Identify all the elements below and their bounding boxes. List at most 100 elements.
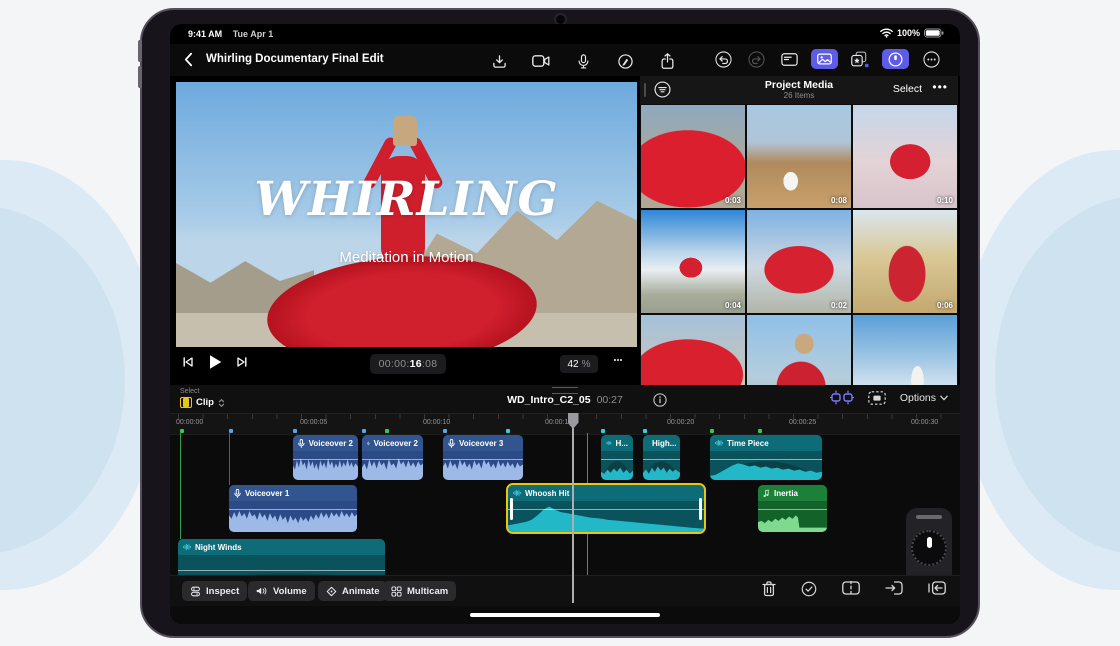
multicam-button[interactable]: Multicam [383, 581, 456, 601]
append-clip-button[interactable] [928, 581, 946, 597]
timeline-ruler[interactable]: 00:00:00 00:00:05 00:00:10 00:00:15 00:0… [170, 413, 960, 435]
media-thumbnail[interactable] [747, 315, 851, 385]
chevron-down-icon [940, 395, 948, 401]
ruler-label: 00:00:05 [300, 419, 327, 426]
clip-label: Inertia [774, 489, 798, 498]
clip-duration-badge: 0:10 [937, 196, 953, 205]
titles-captions-button[interactable] [778, 49, 800, 69]
timeline-clip[interactable]: Night Winds [178, 539, 385, 575]
timeline-clips-area[interactable]: Voiceover 2 Voiceover 2 Voiceover 3 H... [170, 433, 960, 575]
timeline-clip[interactable]: Time Piece [710, 435, 822, 480]
inspect-button[interactable]: Inspect [182, 581, 247, 601]
volume-up-button[interactable] [138, 40, 142, 62]
soundwave-icon [715, 439, 723, 447]
clip-label: Time Piece [727, 439, 769, 448]
trim-handle-right[interactable] [699, 498, 702, 520]
timeline-clip[interactable]: Voiceover 1 [229, 485, 357, 532]
viewer-zoom-control[interactable]: 42% [560, 355, 598, 373]
timeline-clip[interactable]: Voiceover 3 [443, 435, 523, 480]
timeline-clip[interactable]: Inertia [758, 485, 827, 532]
clip-duration-badge: 0:04 [725, 301, 741, 310]
video-viewer[interactable]: WHIRLING Meditation in Motion [176, 82, 637, 347]
jog-wheel[interactable] [906, 508, 952, 575]
overlay-view-icon[interactable] [868, 391, 886, 405]
insert-clip-button[interactable] [885, 581, 903, 597]
soundwave-icon [183, 543, 191, 551]
more-menu-button[interactable] [920, 49, 942, 69]
timeline-clip[interactable]: High... [643, 435, 680, 480]
mic-icon [448, 439, 455, 448]
volume-down-button[interactable] [138, 66, 142, 88]
title-overlay: WHIRLING [176, 172, 637, 227]
clip-duration-badge: 0:02 [831, 301, 847, 310]
effects-button[interactable] [849, 49, 871, 69]
share-button[interactable] [656, 51, 678, 71]
media-thumbnail[interactable]: 0:06 [853, 210, 957, 313]
battery-percent: 100% [897, 28, 920, 38]
media-thumbnail[interactable]: 0:04 [641, 210, 745, 313]
front-camera [556, 15, 565, 24]
ruler-label: 00:00:20 [667, 419, 694, 426]
media-thumbnail[interactable] [853, 315, 957, 385]
edit-toolbar: Inspect Volume Animate Multicam [170, 575, 960, 606]
volume-button[interactable]: Volume [248, 581, 315, 601]
animate-button[interactable]: Animate [318, 581, 387, 601]
undo-button[interactable] [712, 49, 734, 69]
media-more-button[interactable]: ••• [932, 80, 948, 94]
jog-dial[interactable] [911, 530, 947, 566]
ruler-label: 00:00:30 [911, 419, 938, 426]
viewer-more-button[interactable] [610, 352, 626, 368]
status-time: 9:41 AM [188, 29, 222, 39]
battery-icon [924, 28, 944, 38]
jog-wheel-toggle-button[interactable] [882, 49, 909, 69]
media-thumbnail[interactable] [641, 315, 745, 385]
back-button[interactable] [184, 52, 193, 67]
options-button[interactable]: Options [900, 392, 948, 404]
trim-handle-left[interactable] [510, 498, 513, 520]
delete-clip-button[interactable] [762, 581, 776, 597]
timeline-clip[interactable]: H... [601, 435, 633, 480]
mic-icon [298, 439, 305, 448]
ruler-label: 00:00:00 [176, 419, 203, 426]
clip-duration-badge: 0:06 [937, 301, 953, 310]
record-video-button[interactable] [530, 51, 552, 71]
media-select-button[interactable]: Select [893, 83, 922, 95]
playhead[interactable] [572, 413, 574, 603]
wifi-icon [880, 28, 893, 38]
project-media-panel: Project Media 26 Items Select ••• 0:03 0… [640, 76, 958, 385]
clip-info-button[interactable] [653, 393, 667, 407]
approve-clip-button[interactable] [801, 581, 817, 597]
media-thumbnail[interactable]: 0:03 [641, 105, 745, 208]
dancer-hat [393, 116, 417, 146]
jog-wheel-handle[interactable] [916, 515, 942, 519]
connect-clips-icon[interactable] [830, 390, 854, 405]
timeline-header: Select Clip WD_Intro_C2_0500:27 Options [170, 385, 960, 413]
timeline-clip-selected[interactable]: Whoosh Hit [506, 483, 706, 534]
timeline-resize-grip[interactable] [552, 387, 578, 394]
timeline-clip[interactable]: Voiceover 2 [362, 435, 423, 480]
pencil-tool-button[interactable] [614, 51, 636, 71]
timecode-display: 00:00:16:08 [370, 354, 446, 374]
redo-button[interactable] [745, 49, 767, 69]
home-indicator[interactable] [470, 613, 660, 617]
selected-clip-duration: 00:27 [597, 394, 623, 406]
media-thumbnail[interactable]: 0:08 [747, 105, 851, 208]
media-panel-header: Project Media 26 Items Select ••• [640, 76, 958, 104]
record-voiceover-button[interactable] [572, 51, 594, 71]
previous-frame-button[interactable] [182, 356, 194, 368]
play-button[interactable] [208, 354, 223, 370]
connection-line [180, 433, 181, 539]
status-bar: 9:41 AM Tue Apr 1 100% [170, 24, 960, 44]
import-media-button[interactable] [488, 51, 510, 71]
next-frame-button[interactable] [236, 356, 248, 368]
status-date: Tue Apr 1 [233, 29, 274, 39]
split-clip-button[interactable] [842, 581, 860, 597]
media-thumbnail[interactable]: 0:02 [747, 210, 851, 313]
media-browser-button[interactable] [811, 49, 838, 69]
screen: 9:41 AM Tue Apr 1 100% Whirling Document… [170, 24, 960, 624]
media-thumbnail[interactable]: 0:10 [853, 105, 957, 208]
clip-label: Voiceover 3 [459, 439, 503, 448]
timeline-clip[interactable]: Voiceover 2 [293, 435, 358, 480]
clip-label: H... [616, 439, 628, 448]
soundwave-icon [513, 489, 521, 497]
